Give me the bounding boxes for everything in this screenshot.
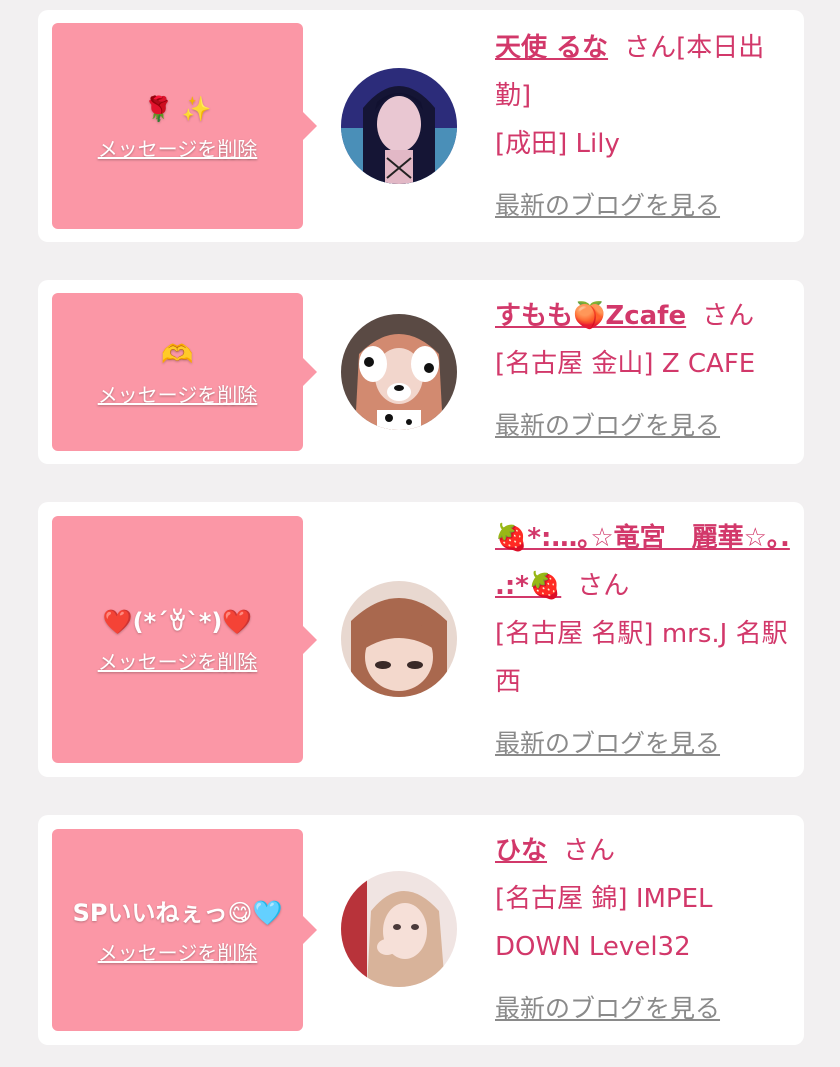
avatar-photo xyxy=(341,68,457,184)
profile-info: すもも🍑Zcafe さん [名古屋 金山] Z CAFE 最新のブログを見る xyxy=(495,292,795,450)
avatar-photo xyxy=(341,581,457,697)
shop-name: [名古屋 名駅] mrs.J 名駅西 xyxy=(495,619,788,697)
list-item: 🫶 メッセージを削除 すもも🍑Zcafe さん [名古屋 金山] Z CAFE xyxy=(38,280,804,464)
message-bubble: SPいいねぇっ😋🩵 メッセージを削除 xyxy=(52,829,317,1031)
profile-name[interactable]: 🍓*:…｡☆竜宮 麗華☆｡. .:*🍓 xyxy=(495,523,790,601)
honorific: さん xyxy=(563,836,616,866)
shop-name: [名古屋 錦] IMPEL DOWN Level32 xyxy=(495,884,713,962)
profile-name[interactable]: 天使 るな xyxy=(495,33,608,63)
honorific: さん xyxy=(702,301,755,331)
latest-blog-link[interactable]: 最新のブログを見る xyxy=(495,402,795,450)
latest-blog-link[interactable]: 最新のブログを見る xyxy=(495,985,795,1033)
shop-name: [成田] Lily xyxy=(495,129,620,159)
honorific: さん xyxy=(624,33,677,63)
honorific: さん xyxy=(577,571,630,601)
avatar-photo xyxy=(341,314,457,430)
profile-info: 🍓*:…｡☆竜宮 麗華☆｡. .:*🍓 さん [名古屋 名駅] mrs.J 名駅西… xyxy=(495,514,795,768)
avatar[interactable] xyxy=(341,314,457,430)
avatar[interactable] xyxy=(341,68,457,184)
message-bubble: ❤️(*´ꈊ`*)❤️ メッセージを削除 xyxy=(52,516,317,763)
message-text: 🫶 xyxy=(161,339,194,370)
message-bubble: 🫶 メッセージを削除 xyxy=(52,293,317,451)
message-text: 🌹 ✨ xyxy=(143,94,212,123)
message-text: SPいいねぇっ😋🩵 xyxy=(72,898,283,927)
delete-message-link[interactable]: メッセージを削除 xyxy=(98,937,258,966)
message-bubble: 🌹 ✨ メッセージを削除 xyxy=(52,23,317,229)
list-item: SPいいねぇっ😋🩵 メッセージを削除 ひな さん [名古屋 錦] IMPEL DO… xyxy=(38,815,804,1045)
profile-info: 天使 るな さん[本日出勤] [成田] Lily 最新のブログを見る xyxy=(495,24,795,230)
profile-info: ひな さん [名古屋 錦] IMPEL DOWN Level32 最新のブログを見… xyxy=(495,827,795,1033)
latest-blog-link[interactable]: 最新のブログを見る xyxy=(495,182,795,230)
delete-message-link[interactable]: メッセージを削除 xyxy=(98,646,258,675)
delete-message-link[interactable]: メッセージを削除 xyxy=(98,133,258,162)
profile-name[interactable]: すもも🍑Zcafe xyxy=(495,301,686,331)
avatar-photo xyxy=(341,871,457,987)
profile-name[interactable]: ひな xyxy=(495,836,547,866)
message-list: 🌹 ✨ メッセージを削除 天使 るな さん[本日出勤] [成田] Lily 最新の… xyxy=(0,0,840,1067)
shop-name: [名古屋 金山] Z CAFE xyxy=(495,349,756,379)
list-item: ❤️(*´ꈊ`*)❤️ メッセージを削除 🍓*:…｡☆竜宮 麗華☆｡. .:*🍓… xyxy=(38,502,804,777)
avatar[interactable] xyxy=(341,581,457,697)
latest-blog-link[interactable]: 最新のブログを見る xyxy=(495,720,795,768)
delete-message-link[interactable]: メッセージを削除 xyxy=(98,379,258,408)
list-item: 🌹 ✨ メッセージを削除 天使 るな さん[本日出勤] [成田] Lily 最新の… xyxy=(38,10,804,242)
avatar[interactable] xyxy=(341,871,457,987)
message-text: ❤️(*´ꈊ`*)❤️ xyxy=(102,608,253,636)
